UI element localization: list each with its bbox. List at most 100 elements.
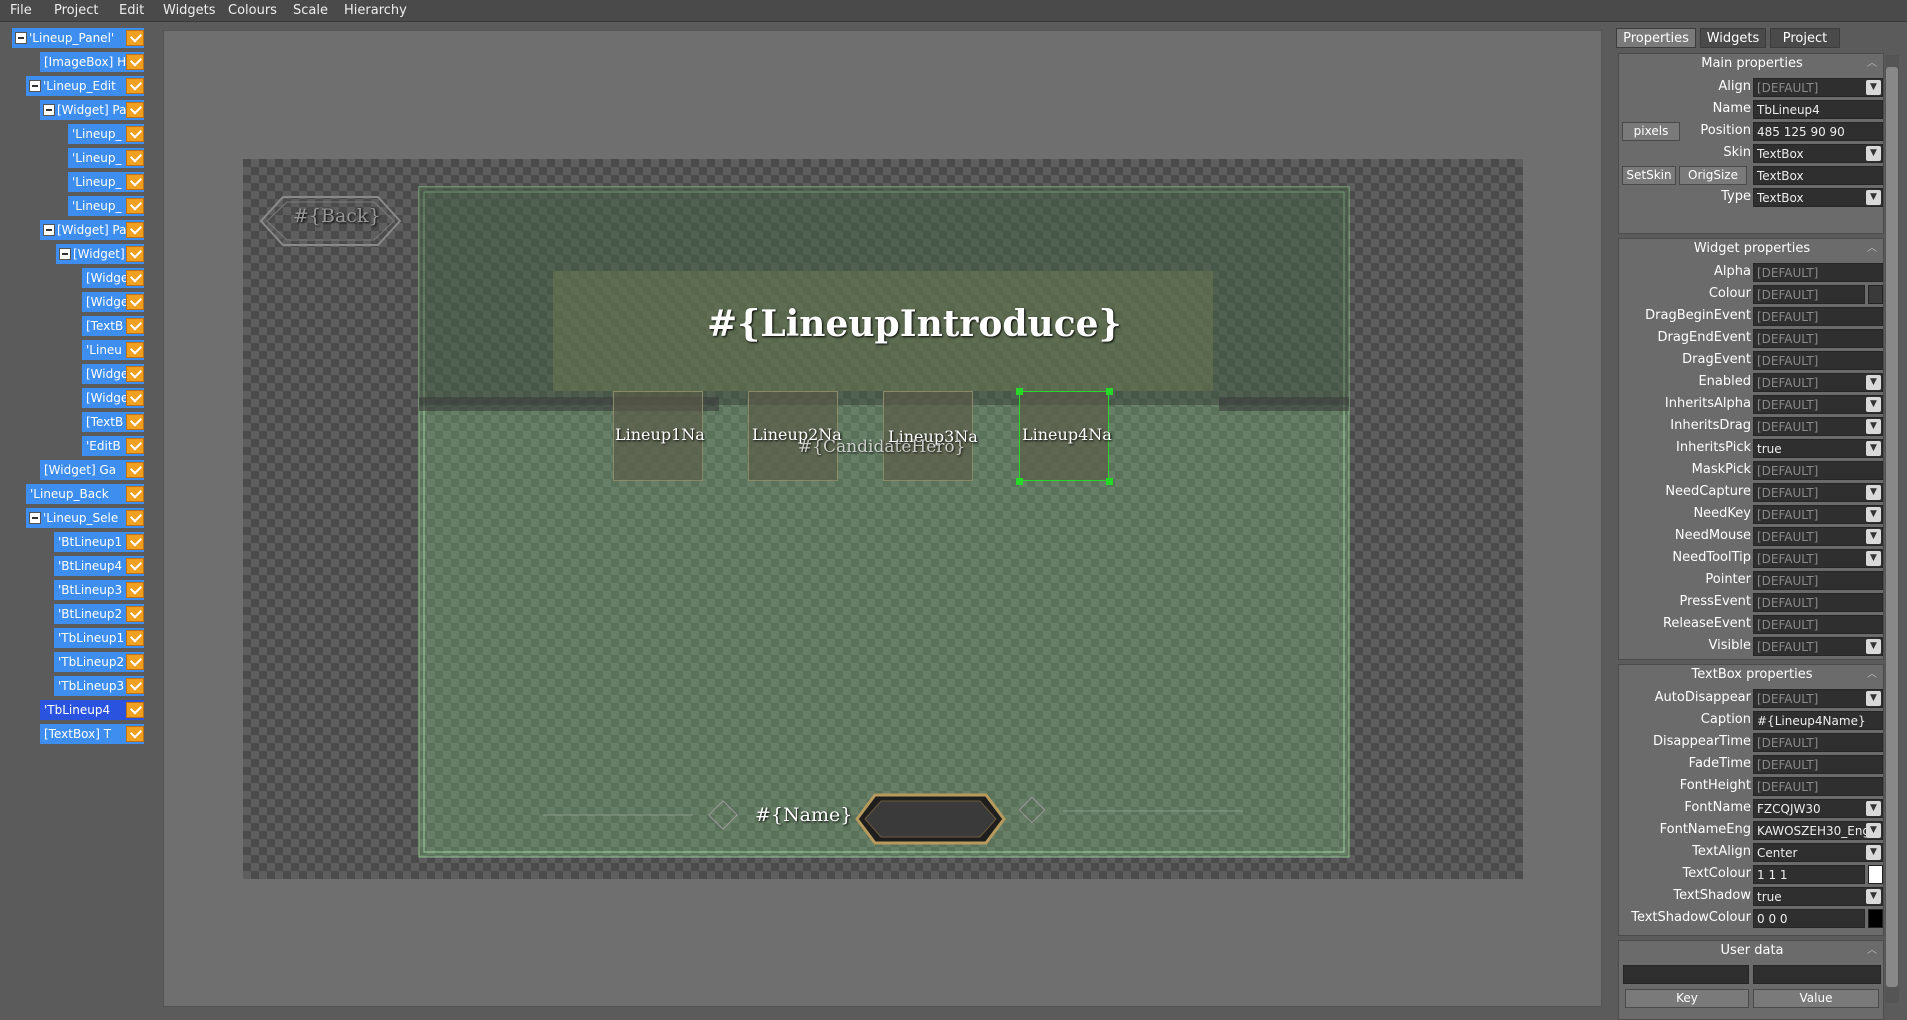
menu-edit[interactable]: Edit (119, 3, 144, 18)
tree-node[interactable]: 'Lineu (82, 340, 144, 360)
colour-swatch[interactable] (1868, 909, 1883, 928)
property-input[interactable]: [DEFAULT] (1753, 571, 1883, 590)
property-input[interactable]: [DEFAULT] (1753, 593, 1883, 612)
chevron-down-icon[interactable]: ▼ (1866, 397, 1881, 412)
property-dropdown[interactable]: true ▼ (1753, 439, 1883, 458)
tree-node[interactable]: 'Lineup_Edit (26, 76, 144, 96)
property-dropdown[interactable]: Center ▼ (1753, 843, 1883, 862)
visibility-checkbox[interactable] (126, 438, 144, 454)
chevron-down-icon[interactable]: ▼ (1866, 419, 1881, 434)
visibility-checkbox[interactable] (126, 678, 144, 694)
property-input[interactable]: [DEFAULT] (1753, 777, 1883, 796)
chevron-down-icon[interactable]: ▼ (1866, 639, 1881, 654)
chevron-down-icon[interactable]: ▼ (1866, 80, 1881, 95)
tree-node[interactable]: 'TbLineup1 (54, 628, 144, 648)
property-input[interactable]: #{Lineup4Name} (1753, 711, 1883, 730)
chevron-down-icon[interactable]: ▼ (1866, 845, 1881, 860)
property-input[interactable]: [DEFAULT] (1753, 615, 1883, 634)
property-input[interactable]: [DEFAULT] (1753, 755, 1883, 774)
property-input[interactable]: [DEFAULT] (1753, 733, 1883, 752)
property-dropdown[interactable]: true ▼ (1753, 887, 1883, 906)
tree-node[interactable]: [TextBox] T (40, 724, 144, 744)
tab-properties[interactable]: Properties (1616, 28, 1696, 48)
tree-node[interactable]: 'EditB (82, 436, 144, 456)
tree-node[interactable]: 'Lineup_ (68, 172, 144, 192)
property-dropdown[interactable]: FZCQJW30 ▼ (1753, 799, 1883, 818)
property-input[interactable]: [DEFAULT] (1753, 461, 1883, 480)
visibility-checkbox[interactable] (126, 30, 144, 46)
visibility-checkbox[interactable] (126, 318, 144, 334)
menu-scale[interactable]: Scale (293, 3, 328, 18)
property-dropdown[interactable]: KAWOSZEH30_Eng ▼ (1753, 821, 1883, 840)
collapse-icon[interactable] (15, 32, 27, 44)
property-dropdown[interactable]: TextBox ▼ (1753, 144, 1883, 163)
pixels-button[interactable]: pixels (1622, 122, 1680, 141)
tree-node[interactable]: [Widge (82, 364, 144, 384)
visibility-checkbox[interactable] (126, 558, 144, 574)
tree-node[interactable]: 'Lineup_Back (26, 484, 144, 504)
visibility-checkbox[interactable] (126, 462, 144, 478)
tree-node[interactable]: 'TbLineup4 (40, 700, 144, 720)
visibility-checkbox[interactable] (126, 342, 144, 358)
visibility-checkbox[interactable] (126, 414, 144, 430)
tree-node[interactable]: [Widge (82, 268, 144, 288)
tree-node[interactable]: 'BtLineup4 (54, 556, 144, 576)
visibility-checkbox[interactable] (126, 222, 144, 238)
tree-node[interactable]: 'Lineup_Panel' (12, 28, 144, 48)
chevron-down-icon[interactable]: ▼ (1866, 507, 1881, 522)
property-dropdown[interactable]: [DEFAULT] ▼ (1753, 549, 1883, 568)
collapse-icon[interactable] (29, 512, 41, 524)
chevron-down-icon[interactable]: ▼ (1866, 441, 1881, 456)
tree-node[interactable]: [TextB (82, 412, 144, 432)
user-data-key-input[interactable] (1623, 965, 1749, 984)
property-dropdown[interactable]: [DEFAULT] ▼ (1753, 78, 1883, 97)
scrollbar-thumb[interactable] (1886, 67, 1898, 987)
menu-project[interactable]: Project (54, 3, 98, 18)
key-button[interactable]: Key (1625, 989, 1749, 1008)
main-properties-header[interactable]: Main properties ︿ (1619, 54, 1885, 74)
property-input[interactable]: [DEFAULT] (1753, 263, 1883, 282)
visibility-checkbox[interactable] (126, 630, 144, 646)
property-input[interactable]: [DEFAULT] (1753, 307, 1883, 326)
colour-swatch[interactable] (1868, 285, 1883, 304)
visibility-checkbox[interactable] (126, 702, 144, 718)
menu-hierarchy[interactable]: Hierarchy (344, 3, 407, 18)
property-input[interactable]: 485 125 90 90 (1753, 122, 1883, 141)
property-dropdown[interactable]: [DEFAULT] ▼ (1753, 637, 1883, 656)
property-dropdown[interactable]: [DEFAULT] ▼ (1753, 373, 1883, 392)
property-dropdown[interactable]: [DEFAULT] ▼ (1753, 483, 1883, 502)
visibility-checkbox[interactable] (126, 294, 144, 310)
visibility-checkbox[interactable] (126, 270, 144, 286)
chevron-down-icon[interactable]: ▼ (1866, 529, 1881, 544)
visibility-checkbox[interactable] (126, 174, 144, 190)
collapse-icon[interactable] (43, 104, 55, 116)
tree-node[interactable]: 'BtLineup3 (54, 580, 144, 600)
chevron-down-icon[interactable]: ▼ (1866, 889, 1881, 904)
property-input[interactable]: TbLineup4 (1753, 100, 1883, 119)
visibility-checkbox[interactable] (126, 126, 144, 142)
chevron-down-icon[interactable]: ▼ (1866, 551, 1881, 566)
chevron-down-icon[interactable]: ▼ (1866, 190, 1881, 205)
tree-node[interactable]: 'BtLineup2 (54, 604, 144, 624)
resize-handle[interactable] (1106, 388, 1113, 395)
tree-node[interactable]: [ImageBox] Ha (40, 52, 144, 72)
visibility-checkbox[interactable] (126, 150, 144, 166)
properties-scrollbar[interactable] (1885, 55, 1899, 1003)
visibility-checkbox[interactable] (126, 198, 144, 214)
property-input[interactable]: [DEFAULT] (1753, 285, 1865, 304)
chevron-down-icon[interactable]: ▼ (1866, 801, 1881, 816)
tree-node[interactable]: 'Lineup_Sele (26, 508, 144, 528)
user-data-value-input[interactable] (1753, 965, 1881, 984)
tree-node[interactable]: [Widge (82, 388, 144, 408)
collapse-icon[interactable] (43, 224, 55, 236)
origsize-button[interactable]: OrigSize (1679, 166, 1747, 185)
menu-colours[interactable]: Colours (228, 3, 277, 18)
colour-swatch[interactable] (1868, 865, 1883, 884)
resize-handle[interactable] (1016, 388, 1023, 395)
tree-node[interactable]: 'Lineup_ (68, 124, 144, 144)
chevron-down-icon[interactable]: ▼ (1866, 375, 1881, 390)
property-dropdown[interactable]: [DEFAULT] ▼ (1753, 689, 1883, 708)
visibility-checkbox[interactable] (126, 534, 144, 550)
tree-node[interactable]: [Widget] Pa (40, 100, 144, 120)
visibility-checkbox[interactable] (126, 78, 144, 94)
